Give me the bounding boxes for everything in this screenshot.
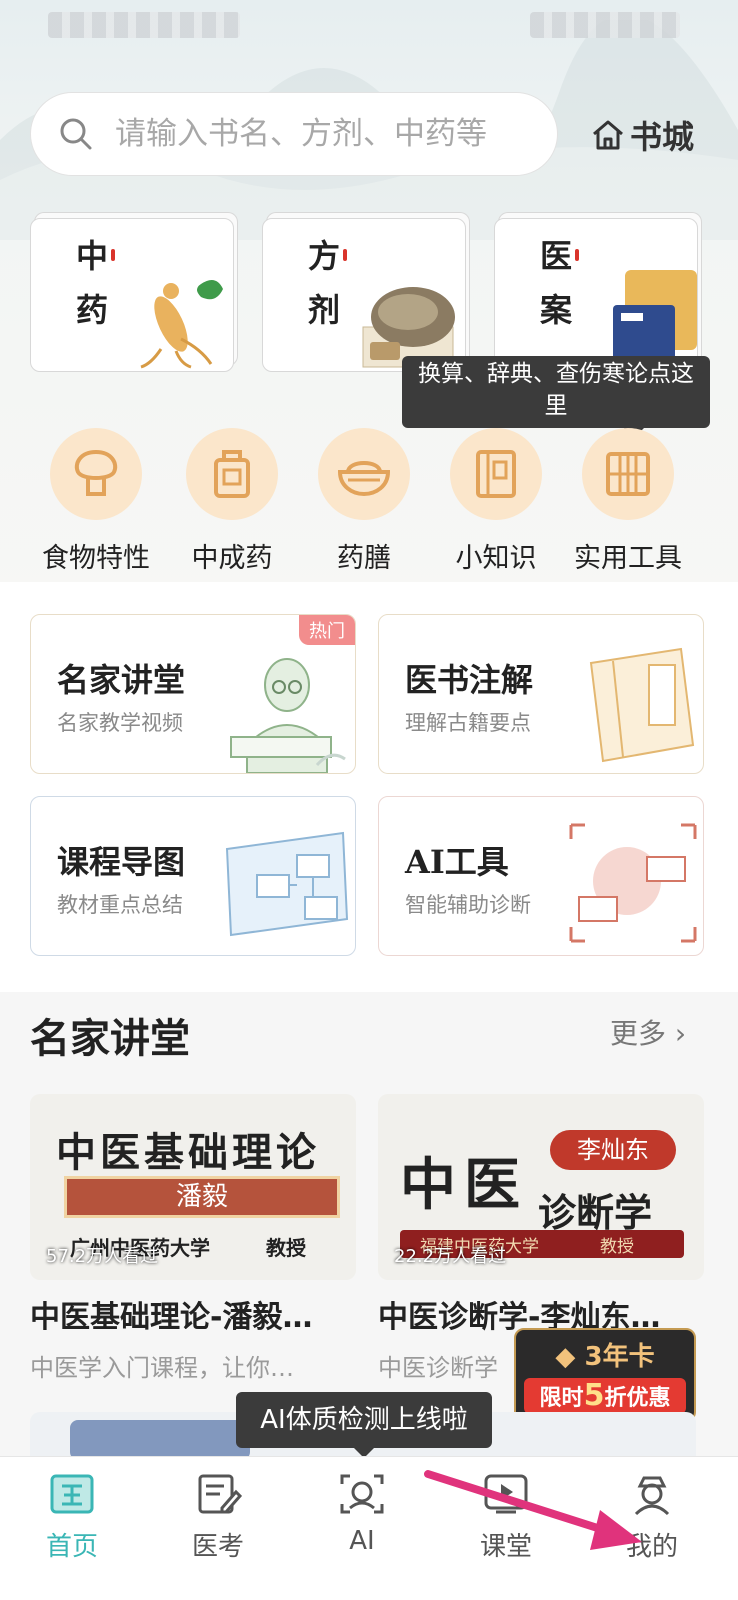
category-label: 方剂 — [303, 239, 341, 347]
promo-card-label: 3年卡 — [584, 1342, 655, 1372]
video-description: 中医学入门课程，让你… — [30, 1354, 294, 1382]
category-card-prescriptions[interactable]: 方剂 — [262, 218, 466, 372]
feature-subtitle: 理解古籍要点 — [405, 711, 531, 735]
feature-title: 医书注解 — [405, 661, 534, 699]
feature-title: AI工具 — [405, 843, 509, 881]
home-book-icon — [50, 1474, 94, 1514]
video-cover-title-a: 中医 — [400, 1152, 528, 1218]
video-cover-role: 教授 — [266, 1236, 306, 1260]
nav-label: 医考 — [191, 1532, 244, 1562]
search-input[interactable] — [115, 116, 535, 152]
tool-label: 中成药 — [191, 543, 273, 574]
feature-subtitle: 智能辅助诊断 — [405, 893, 531, 917]
ai-diagnosis-illustration — [569, 823, 697, 943]
category-card-cases[interactable]: 医案 — [494, 218, 698, 372]
status-bar-right — [530, 12, 680, 38]
category-label: 医案 — [535, 239, 573, 347]
nav-exam[interactable]: 医考 — [158, 1472, 278, 1563]
promo-deal-suffix: 折优惠 — [604, 1386, 671, 1411]
ancient-book-illustration — [589, 647, 695, 763]
video-cover-title-b: 诊断学 — [538, 1190, 653, 1235]
feature-card-course-maps[interactable]: 课程导图 教材重点总结 — [30, 796, 356, 956]
bowl-icon — [337, 461, 391, 497]
tool-tips[interactable]: 小知识 — [428, 428, 564, 575]
hot-badge: 热门 — [299, 615, 355, 645]
abacus-icon — [606, 452, 650, 496]
ai-tooltip-text: AI体质检测上线啦 — [260, 1405, 468, 1435]
status-bar-left — [48, 12, 240, 38]
view-count: 22.2万人看过 — [394, 1246, 507, 1267]
video-cover-name: 李灿东 — [550, 1130, 676, 1170]
nav-label: 首页 — [45, 1532, 98, 1562]
ai-tooltip: AI体质检测上线啦 — [236, 1392, 492, 1458]
feature-card-ai-tools[interactable]: AI工具 智能辅助诊断 — [378, 796, 704, 956]
promo-deal: 限时5折优惠 — [524, 1378, 686, 1414]
tool-label: 小知识 — [455, 543, 537, 574]
diamond-icon: ◆ — [555, 1342, 576, 1372]
feature-subtitle: 名家教学视频 — [57, 711, 183, 735]
view-count: 57.2万人看过 — [46, 1246, 159, 1267]
feature-title: 课程导图 — [57, 843, 186, 881]
feature-title: 名家讲堂 — [57, 661, 186, 699]
red-seal-mark — [111, 249, 115, 261]
more-link[interactable]: 更多 › — [610, 1012, 686, 1052]
tools-tooltip: 换算、辞典、查伤寒论点这里 — [402, 356, 710, 438]
tool-label: 食物特性 — [42, 543, 150, 574]
home-icon — [593, 120, 623, 150]
bookstore-label: 书城 — [630, 118, 695, 156]
book-icon — [476, 450, 516, 498]
nav-ai[interactable]: AI — [302, 1472, 422, 1556]
video-card-diagnostics[interactable]: 中医 李灿东 诊断学 福建中医药大学 教授 22.2万人看过 — [378, 1094, 704, 1280]
video-title[interactable]: 中医基础理论-潘毅… — [30, 1292, 356, 1336]
promo-deal-number: 5 — [583, 1378, 605, 1413]
feature-card-lectures[interactable]: 热门 名家讲堂 名家教学视频 — [30, 614, 356, 774]
feature-card-annotations[interactable]: 医书注解 理解古籍要点 — [378, 614, 704, 774]
tool-food-properties[interactable]: 食物特性 — [28, 428, 164, 575]
scroll-map-illustration — [225, 831, 349, 937]
tool-utilities[interactable]: 实用工具 — [560, 428, 696, 575]
promo-deal-prefix: 限时 — [539, 1386, 584, 1411]
video-cover-title: 中医基础理论 — [56, 1129, 320, 1176]
annotation-arrow — [424, 1470, 642, 1550]
red-seal-mark — [343, 249, 347, 261]
tool-label: 实用工具 — [574, 543, 682, 574]
case-file-image — [613, 270, 697, 360]
medicine-bottle-icon — [214, 450, 250, 498]
tool-patent-medicine[interactable]: 中成药 — [164, 428, 300, 575]
video-cover-role: 教授 — [600, 1237, 634, 1257]
feature-subtitle: 教材重点总结 — [57, 893, 183, 917]
ginseng-image — [140, 280, 223, 369]
exam-icon — [198, 1474, 243, 1514]
bookstore-button[interactable]: 书城 — [590, 112, 694, 158]
video-card-basic-theory[interactable]: 中医基础理论 潘毅 广州中医药大学 教授 57.2万人看过 — [30, 1094, 356, 1280]
tool-label: 药膳 — [337, 543, 391, 574]
video-cover-name: 潘毅 — [64, 1176, 340, 1218]
category-label: 中药 — [71, 239, 109, 347]
section-title: 名家讲堂 — [30, 1015, 190, 1062]
lecturer-illustration — [230, 658, 346, 773]
nav-label: AI — [349, 1526, 375, 1556]
nav-home[interactable]: 首页 — [12, 1472, 132, 1563]
tools-tooltip-text: 换算、辞典、查伤寒论点这里 — [418, 361, 694, 419]
promo-3year-card[interactable]: ◆ 3年卡 限时5折优惠 — [514, 1328, 696, 1422]
red-seal-mark — [575, 249, 579, 261]
ai-face-icon — [340, 1474, 384, 1514]
search-bar[interactable] — [30, 92, 558, 176]
search-icon — [60, 118, 92, 150]
category-card-herbs[interactable]: 中药 — [30, 218, 234, 372]
tool-medicinal-diet[interactable]: 药膳 — [296, 428, 432, 575]
mushroom-icon — [74, 449, 118, 496]
